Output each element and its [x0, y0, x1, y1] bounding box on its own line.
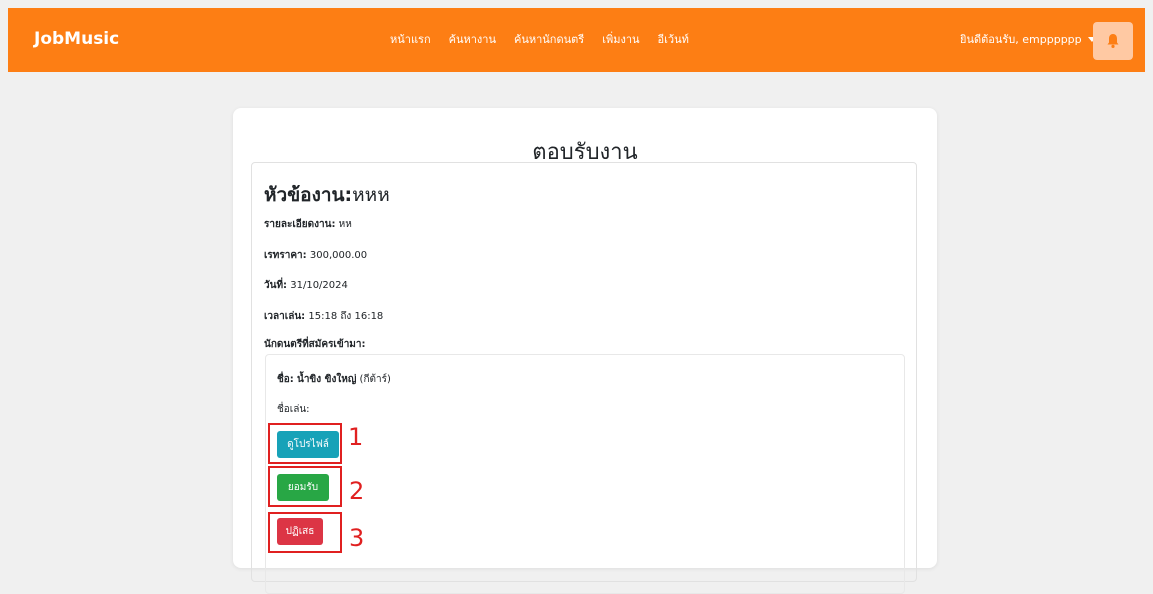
nav-link-add-job[interactable]: เพิ่มงาน [602, 30, 639, 48]
notification-button[interactable] [1093, 22, 1133, 60]
job-date-label: วันที่: [264, 280, 288, 291]
applicants-heading: นักดนตรีที่สมัครเข้ามา: [264, 337, 366, 352]
applicant-name-value: น้ำขิง ขิงใหญ่ [296, 374, 357, 385]
annotation-box-3 [268, 512, 342, 553]
job-rate-value: 300,000.00 [309, 250, 368, 261]
job-date-value: 31/10/2024 [290, 280, 348, 291]
annotation-number-3: 3 [349, 524, 365, 552]
nav-link-find-musicians[interactable]: ค้นหานักดนตรี [514, 30, 584, 48]
applicant-nickname-row: ชื่อเล่น: [277, 402, 310, 417]
annotation-number-1: 1 [348, 423, 364, 451]
bell-icon [1107, 34, 1119, 48]
applicant-name-row: ชื่อ: น้ำขิง ขิงใหญ่ (กีต้าร์) [277, 372, 391, 387]
job-title: หัวข้องาน:หหห [264, 180, 390, 210]
job-time-value: 15:18 ถึง 16:18 [308, 311, 384, 322]
nav-link-events[interactable]: อีเว้นท์ [658, 30, 689, 48]
job-title-label: หัวข้องาน: [264, 184, 353, 206]
applicant-instrument: (กีต้าร์) [359, 374, 391, 385]
job-detail-label: รายละเอียดงาน: [264, 219, 336, 230]
user-greeting: ยินดีต้อนรับ, empppppp [960, 33, 1082, 46]
annotation-number-2: 2 [349, 477, 365, 505]
brand-logo[interactable]: JobMusic [34, 29, 119, 49]
applicants-label: นักดนตรีที่สมัครเข้ามา: [264, 339, 366, 350]
job-date-row: วันที่: 31/10/2024 [264, 278, 348, 293]
job-detail-value: หห [338, 219, 352, 230]
job-detail-row: รายละเอียดงาน: หห [264, 217, 352, 232]
nav-link-find-jobs[interactable]: ค้นหางาน [449, 30, 496, 48]
applicant-name-label: ชื่อ: [277, 374, 294, 385]
nav-link-home[interactable]: หน้าแรก [390, 30, 431, 48]
top-navbar: JobMusic หน้าแรก ค้นหางาน ค้นหานักดนตรี … [8, 8, 1145, 72]
applicant-nickname-label: ชื่อเล่น: [277, 404, 310, 415]
job-time-label: เวลาเล่น: [264, 311, 306, 322]
user-dropdown[interactable]: ยินดีต้อนรับ, empppppp [960, 30, 1096, 48]
job-rate-row: เรทราคา: 300,000.00 [264, 248, 367, 263]
annotation-box-1 [268, 423, 342, 464]
annotation-box-2 [268, 466, 342, 507]
applicant-card: ชื่อ: น้ำขิง ขิงใหญ่ (กีต้าร์) ชื่อเล่น:… [265, 354, 905, 594]
job-rate-label: เรทราคา: [264, 250, 307, 261]
job-title-value: หหห [352, 184, 390, 206]
nav-links: หน้าแรก ค้นหางาน ค้นหานักดนตรี เพิ่มงาน … [390, 30, 689, 48]
job-details-box: หัวข้องาน:หหห รายละเอียดงาน: หห เรทราคา:… [251, 162, 917, 594]
job-time-row: เวลาเล่น: 15:18 ถึง 16:18 [264, 309, 383, 324]
